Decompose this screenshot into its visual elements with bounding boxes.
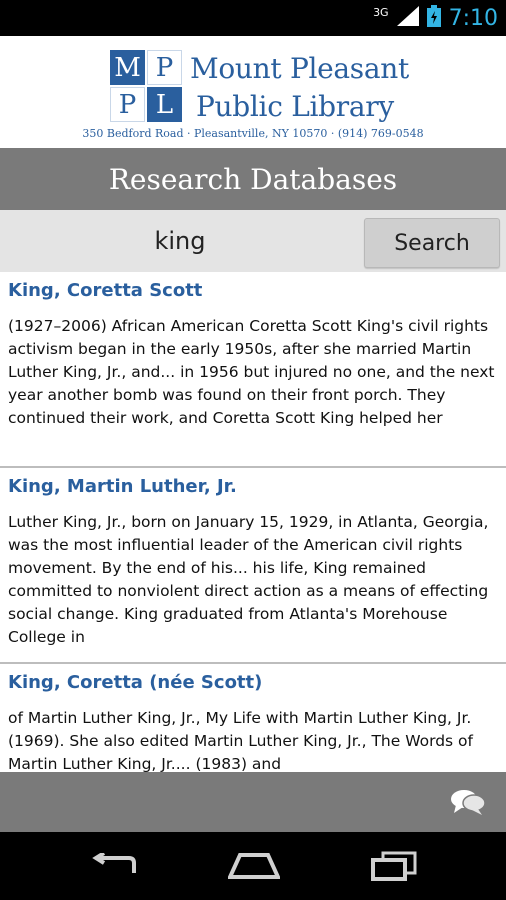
result-title[interactable]: King, Coretta (née Scott)	[8, 664, 498, 694]
search-input[interactable]	[0, 210, 360, 272]
list-item[interactable]: King, Coretta Scott (1927–2006) African …	[0, 272, 506, 468]
results-list[interactable]: King, Coretta Scott (1927–2006) African …	[0, 272, 506, 772]
battery-icon	[426, 5, 441, 31]
clock: 7:10	[448, 5, 498, 31]
recent-apps-icon[interactable]	[364, 846, 424, 886]
library-logo: M P P L	[110, 50, 182, 122]
list-item[interactable]: King, Martin Luther, Jr. Luther King, Jr…	[0, 468, 506, 664]
back-icon[interactable]	[84, 846, 144, 886]
library-header: M P P L Mount Pleasant Public Library 35…	[0, 36, 506, 148]
app-screen: M P P L Mount Pleasant Public Library 35…	[0, 36, 506, 832]
search-row: Search	[0, 210, 506, 272]
logo-letter: P	[147, 50, 182, 85]
bottom-action-bar	[0, 772, 506, 832]
library-name-line2: Public Library	[196, 90, 394, 123]
list-item[interactable]: King, Coretta (née Scott) of Martin Luth…	[0, 664, 506, 772]
result-snippet: (1927–2006) African American Coretta Sco…	[8, 317, 495, 427]
page-title: Research Databases	[0, 148, 506, 210]
result-snippet: of Martin Luther King, Jr., My Life with…	[8, 709, 473, 772]
logo-letter: M	[110, 50, 145, 85]
signal-icon	[396, 6, 419, 30]
search-button[interactable]: Search	[364, 218, 500, 268]
logo-letter: P	[110, 87, 145, 122]
system-nav-bar	[0, 832, 506, 900]
home-icon[interactable]	[224, 846, 284, 886]
library-name-line1: Mount Pleasant	[190, 52, 409, 85]
result-title[interactable]: King, Martin Luther, Jr.	[8, 468, 498, 498]
result-title[interactable]: King, Coretta Scott	[8, 272, 498, 302]
chat-icon[interactable]	[450, 788, 486, 816]
status-icons: 3G 7:10	[373, 0, 498, 36]
result-snippet: Luther King, Jr., born on January 15, 19…	[8, 513, 489, 646]
status-bar: 3G 7:10	[0, 0, 506, 36]
logo-letter: L	[147, 87, 182, 122]
library-address: 350 Bedford Road · Pleasantville, NY 105…	[82, 127, 424, 140]
network-type: 3G	[373, 5, 389, 19]
